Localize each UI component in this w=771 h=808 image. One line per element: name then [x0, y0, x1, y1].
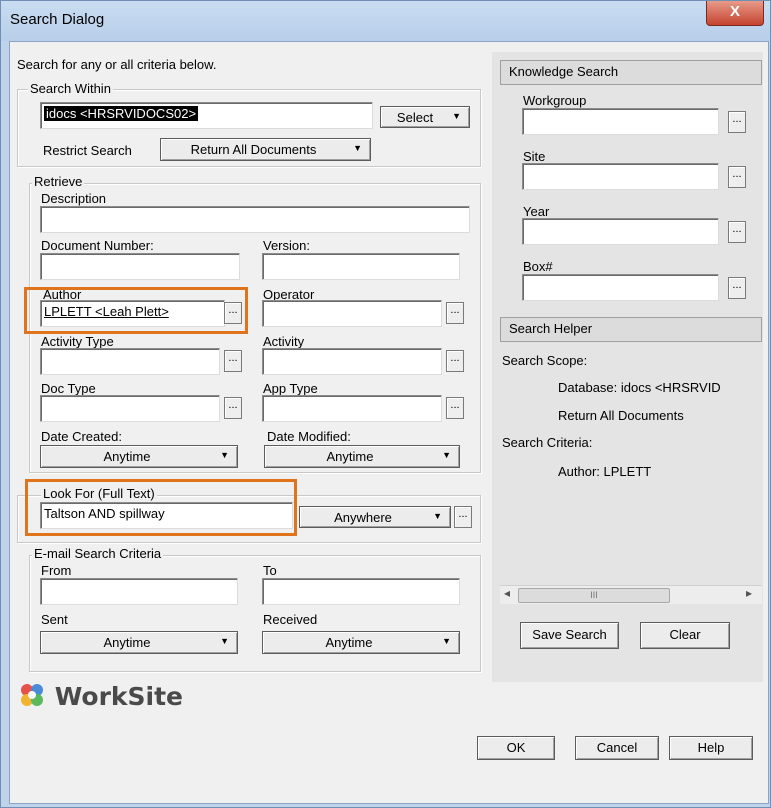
- chevron-down-icon: ▼: [433, 511, 442, 521]
- document-number-field[interactable]: [40, 253, 240, 280]
- save-search-button[interactable]: Save Search: [520, 622, 619, 649]
- search-helper-header: Search Helper: [500, 317, 762, 342]
- description-field[interactable]: [40, 206, 470, 233]
- email-legend: E-mail Search Criteria: [32, 546, 164, 561]
- dialog-client: Search for any or all criteria below. Se…: [9, 41, 769, 804]
- operator-browse-button[interactable]: ...: [446, 302, 464, 324]
- date-created-dropdown[interactable]: Anytime ▼: [40, 445, 238, 468]
- library-value: idocs <HRSRVIDOCS02>: [44, 106, 199, 121]
- knowledge-search-header: Knowledge Search: [500, 60, 762, 85]
- email-group: [29, 555, 481, 672]
- activity-type-label: Activity Type: [41, 334, 114, 349]
- library-field[interactable]: idocs <HRSRVIDOCS02>: [40, 102, 373, 129]
- activity-browse-button[interactable]: ...: [446, 350, 464, 372]
- app-type-label: App Type: [263, 381, 318, 396]
- look-for-scope-dropdown[interactable]: Anywhere ▼: [299, 506, 451, 528]
- scroll-left-icon[interactable]: ◂: [504, 586, 510, 600]
- criteria-author-text: Author: LPLETT: [558, 464, 652, 479]
- close-icon[interactable]: X: [706, 1, 764, 26]
- workgroup-field[interactable]: [522, 108, 719, 135]
- search-criteria-label: Search Criteria:: [502, 435, 593, 450]
- chevron-down-icon: ▼: [452, 111, 461, 121]
- to-field[interactable]: [262, 578, 460, 605]
- to-label: To: [263, 563, 277, 578]
- year-field[interactable]: [522, 218, 719, 245]
- version-field[interactable]: [262, 253, 460, 280]
- site-label: Site: [523, 149, 546, 164]
- ok-button[interactable]: OK: [477, 736, 555, 760]
- date-created-label: Date Created:: [41, 429, 122, 444]
- look-for-highlight: [25, 479, 297, 536]
- doc-type-browse-button[interactable]: ...: [224, 397, 242, 419]
- operator-field[interactable]: [262, 300, 442, 327]
- doc-type-label: Doc Type: [41, 381, 96, 396]
- activity-label: Activity: [263, 334, 305, 349]
- intro-text: Search for any or all criteria below.: [17, 57, 217, 72]
- app-type-browse-button[interactable]: ...: [446, 397, 464, 419]
- worksite-logo: WorkSite: [18, 682, 183, 711]
- sent-dropdown[interactable]: Anytime ▼: [40, 631, 238, 654]
- date-modified-dropdown[interactable]: Anytime ▼: [264, 445, 460, 468]
- received-label: Received: [263, 612, 318, 627]
- search-dialog-window: Search Dialog X Search for any or all cr…: [0, 0, 771, 808]
- chevron-down-icon: ▼: [220, 636, 229, 646]
- restrict-search-dropdown[interactable]: Return All Documents ▼: [160, 138, 371, 161]
- box-browse-button[interactable]: ...: [728, 277, 746, 299]
- date-modified-label: Date Modified:: [267, 429, 351, 444]
- from-field[interactable]: [40, 578, 238, 605]
- document-number-label: Document Number:: [41, 238, 154, 253]
- chevron-down-icon: ▼: [442, 636, 451, 646]
- app-type-field[interactable]: [262, 395, 442, 422]
- title-bar[interactable]: Search Dialog X: [1, 1, 770, 41]
- chevron-down-icon: ▼: [353, 143, 362, 153]
- retrieve-legend: Retrieve: [32, 174, 85, 189]
- received-dropdown[interactable]: Anytime ▼: [262, 631, 460, 654]
- helper-horizontal-scrollbar[interactable]: ◂ III ▸: [500, 585, 762, 604]
- site-field[interactable]: [522, 163, 719, 190]
- doc-type-field[interactable]: [40, 395, 220, 422]
- search-scope-label: Search Scope:: [502, 353, 588, 368]
- year-label: Year: [523, 204, 550, 219]
- box-field[interactable]: [522, 274, 719, 301]
- window-title: Search Dialog: [10, 11, 105, 28]
- workgroup-browse-button[interactable]: ...: [728, 111, 746, 133]
- activity-field[interactable]: [262, 348, 442, 375]
- site-browse-button[interactable]: ...: [728, 166, 746, 188]
- from-label: From: [41, 563, 72, 578]
- help-button[interactable]: Help: [669, 736, 753, 760]
- activity-type-browse-button[interactable]: ...: [224, 350, 242, 372]
- workgroup-label: Workgroup: [523, 93, 587, 108]
- activity-type-field[interactable]: [40, 348, 220, 375]
- brand-name: WorkSite: [54, 682, 184, 711]
- box-label: Box#: [523, 259, 553, 274]
- scope-return-text: Return All Documents: [558, 408, 684, 423]
- search-helper-panel: Search Scope: Database: idocs <HRSRVID R…: [500, 342, 762, 608]
- worksite-logo-icon: [21, 684, 43, 706]
- year-browse-button[interactable]: ...: [728, 221, 746, 243]
- scroll-right-icon[interactable]: ▸: [746, 586, 752, 600]
- search-within-legend: Search Within: [28, 81, 113, 96]
- chevron-down-icon: ▼: [442, 450, 451, 460]
- clear-button[interactable]: Clear: [640, 622, 730, 649]
- scope-database-text: Database: idocs <HRSRVID: [558, 380, 721, 395]
- select-library-button[interactable]: Select ▼: [380, 106, 470, 128]
- look-for-browse-button[interactable]: ...: [454, 506, 472, 528]
- restrict-search-label: Restrict Search: [43, 143, 132, 158]
- chevron-down-icon: ▼: [220, 450, 229, 460]
- author-highlight: [24, 287, 248, 334]
- scroll-thumb[interactable]: III: [518, 588, 670, 603]
- version-label: Version:: [263, 238, 310, 253]
- sent-label: Sent: [41, 612, 68, 627]
- cancel-button[interactable]: Cancel: [575, 736, 659, 760]
- description-label: Description: [41, 191, 107, 206]
